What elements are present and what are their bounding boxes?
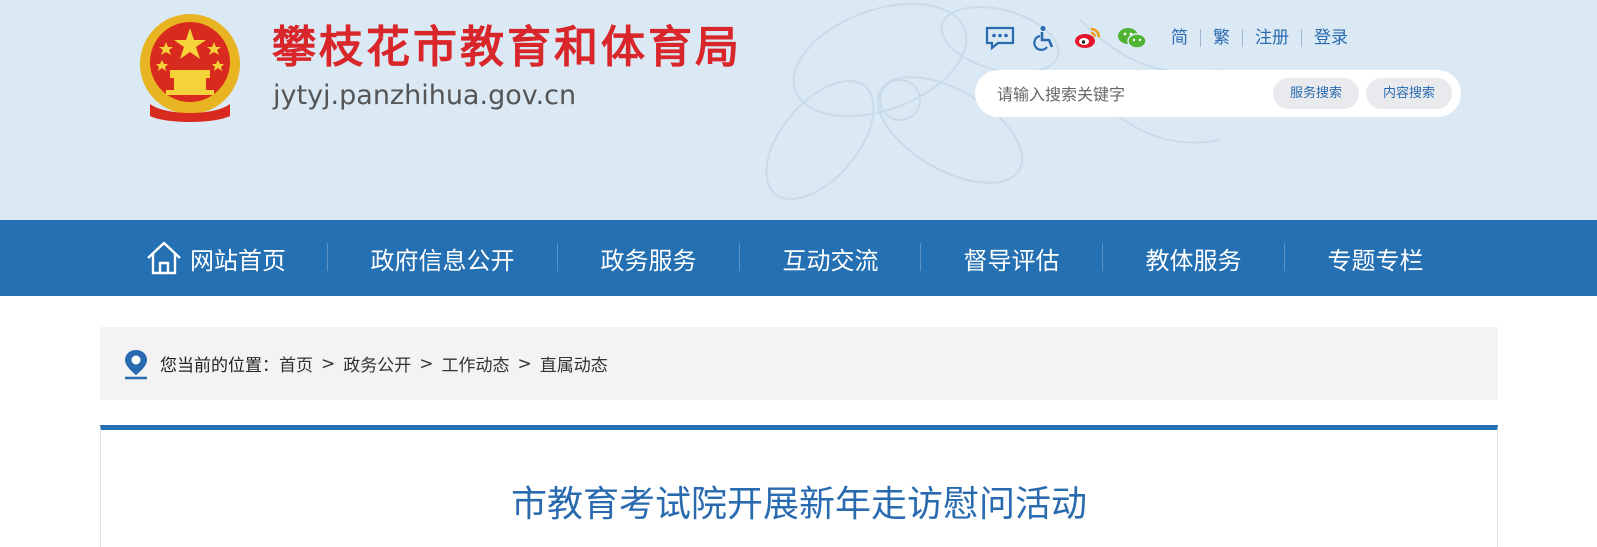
weibo-icon[interactable]: [1071, 24, 1105, 52]
location-pin-icon: [125, 349, 147, 379]
site-title[interactable]: 攀枝花市教育和体育局: [272, 22, 742, 74]
nav-item-home[interactable]: 网站首页: [140, 220, 290, 296]
nav-item-edu-sports-service[interactable]: 教体服务: [1105, 220, 1282, 296]
search-box: 服务搜索 内容搜索: [975, 70, 1461, 117]
breadcrumb-separator: >: [517, 353, 532, 374]
site-domain: jytyj.panzhihua.gov.cn: [273, 80, 577, 111]
article-title: 市教育考试院开展新年走访慰问活动: [510, 484, 1087, 525]
main-navigation: 网站首页 政府信息公开 政务服务 互动交流 督导评估 教体服务 专题专栏: [0, 220, 1597, 296]
article-container: 市教育考试院开展新年走访慰问活动: [100, 425, 1498, 547]
national-emblem-logo[interactable]: [136, 12, 244, 124]
breadcrumb-link-work-news[interactable]: 工作动态: [442, 351, 510, 376]
nav-item-label: 网站首页: [190, 246, 286, 275]
nav-divider: [739, 243, 740, 271]
top-links-bar: 简 繁 注册 登录: [983, 24, 1360, 52]
login-link[interactable]: 登录: [1302, 28, 1360, 48]
breadcrumb: 您当前的位置： 首页 > 政务公开 > 工作动态 > 直属动态: [100, 327, 1498, 400]
nav-divider: [1102, 243, 1103, 271]
breadcrumb-label: 您当前的位置：: [160, 356, 279, 376]
nav-divider: [920, 243, 921, 271]
nav-item-gov-service[interactable]: 政务服务: [560, 220, 737, 296]
nav-divider: [1284, 243, 1285, 271]
breadcrumb-link-affiliate-news[interactable]: 直属动态: [540, 351, 608, 376]
search-input[interactable]: [997, 80, 1247, 108]
home-icon: [147, 241, 181, 275]
nav-item-interaction[interactable]: 互动交流: [742, 220, 919, 296]
breadcrumb-separator: >: [419, 353, 434, 374]
accessibility-icon[interactable]: [1027, 24, 1061, 52]
wechat-icon[interactable]: [1115, 24, 1149, 52]
content-search-button[interactable]: 内容搜索: [1366, 78, 1452, 109]
nav-item-gov-info[interactable]: 政府信息公开: [330, 220, 555, 296]
nav-divider: [557, 243, 558, 271]
register-link[interactable]: 注册: [1243, 28, 1301, 48]
message-icon[interactable]: [983, 24, 1017, 52]
nav-item-special-topics[interactable]: 专题专栏: [1287, 220, 1464, 296]
nav-item-supervision[interactable]: 督导评估: [923, 220, 1100, 296]
breadcrumb-link-home[interactable]: 首页: [279, 351, 313, 376]
site-header: 攀枝花市教育和体育局 jytyj.panzhihua.gov.cn 简 繁 注册…: [0, 0, 1597, 220]
traditional-chinese-link[interactable]: 繁: [1201, 28, 1242, 48]
simplified-chinese-link[interactable]: 简: [1159, 28, 1200, 48]
breadcrumb-separator: >: [321, 353, 336, 374]
nav-divider: [327, 243, 328, 271]
service-search-button[interactable]: 服务搜索: [1273, 78, 1359, 109]
breadcrumb-link-gov-affairs[interactable]: 政务公开: [343, 351, 411, 376]
